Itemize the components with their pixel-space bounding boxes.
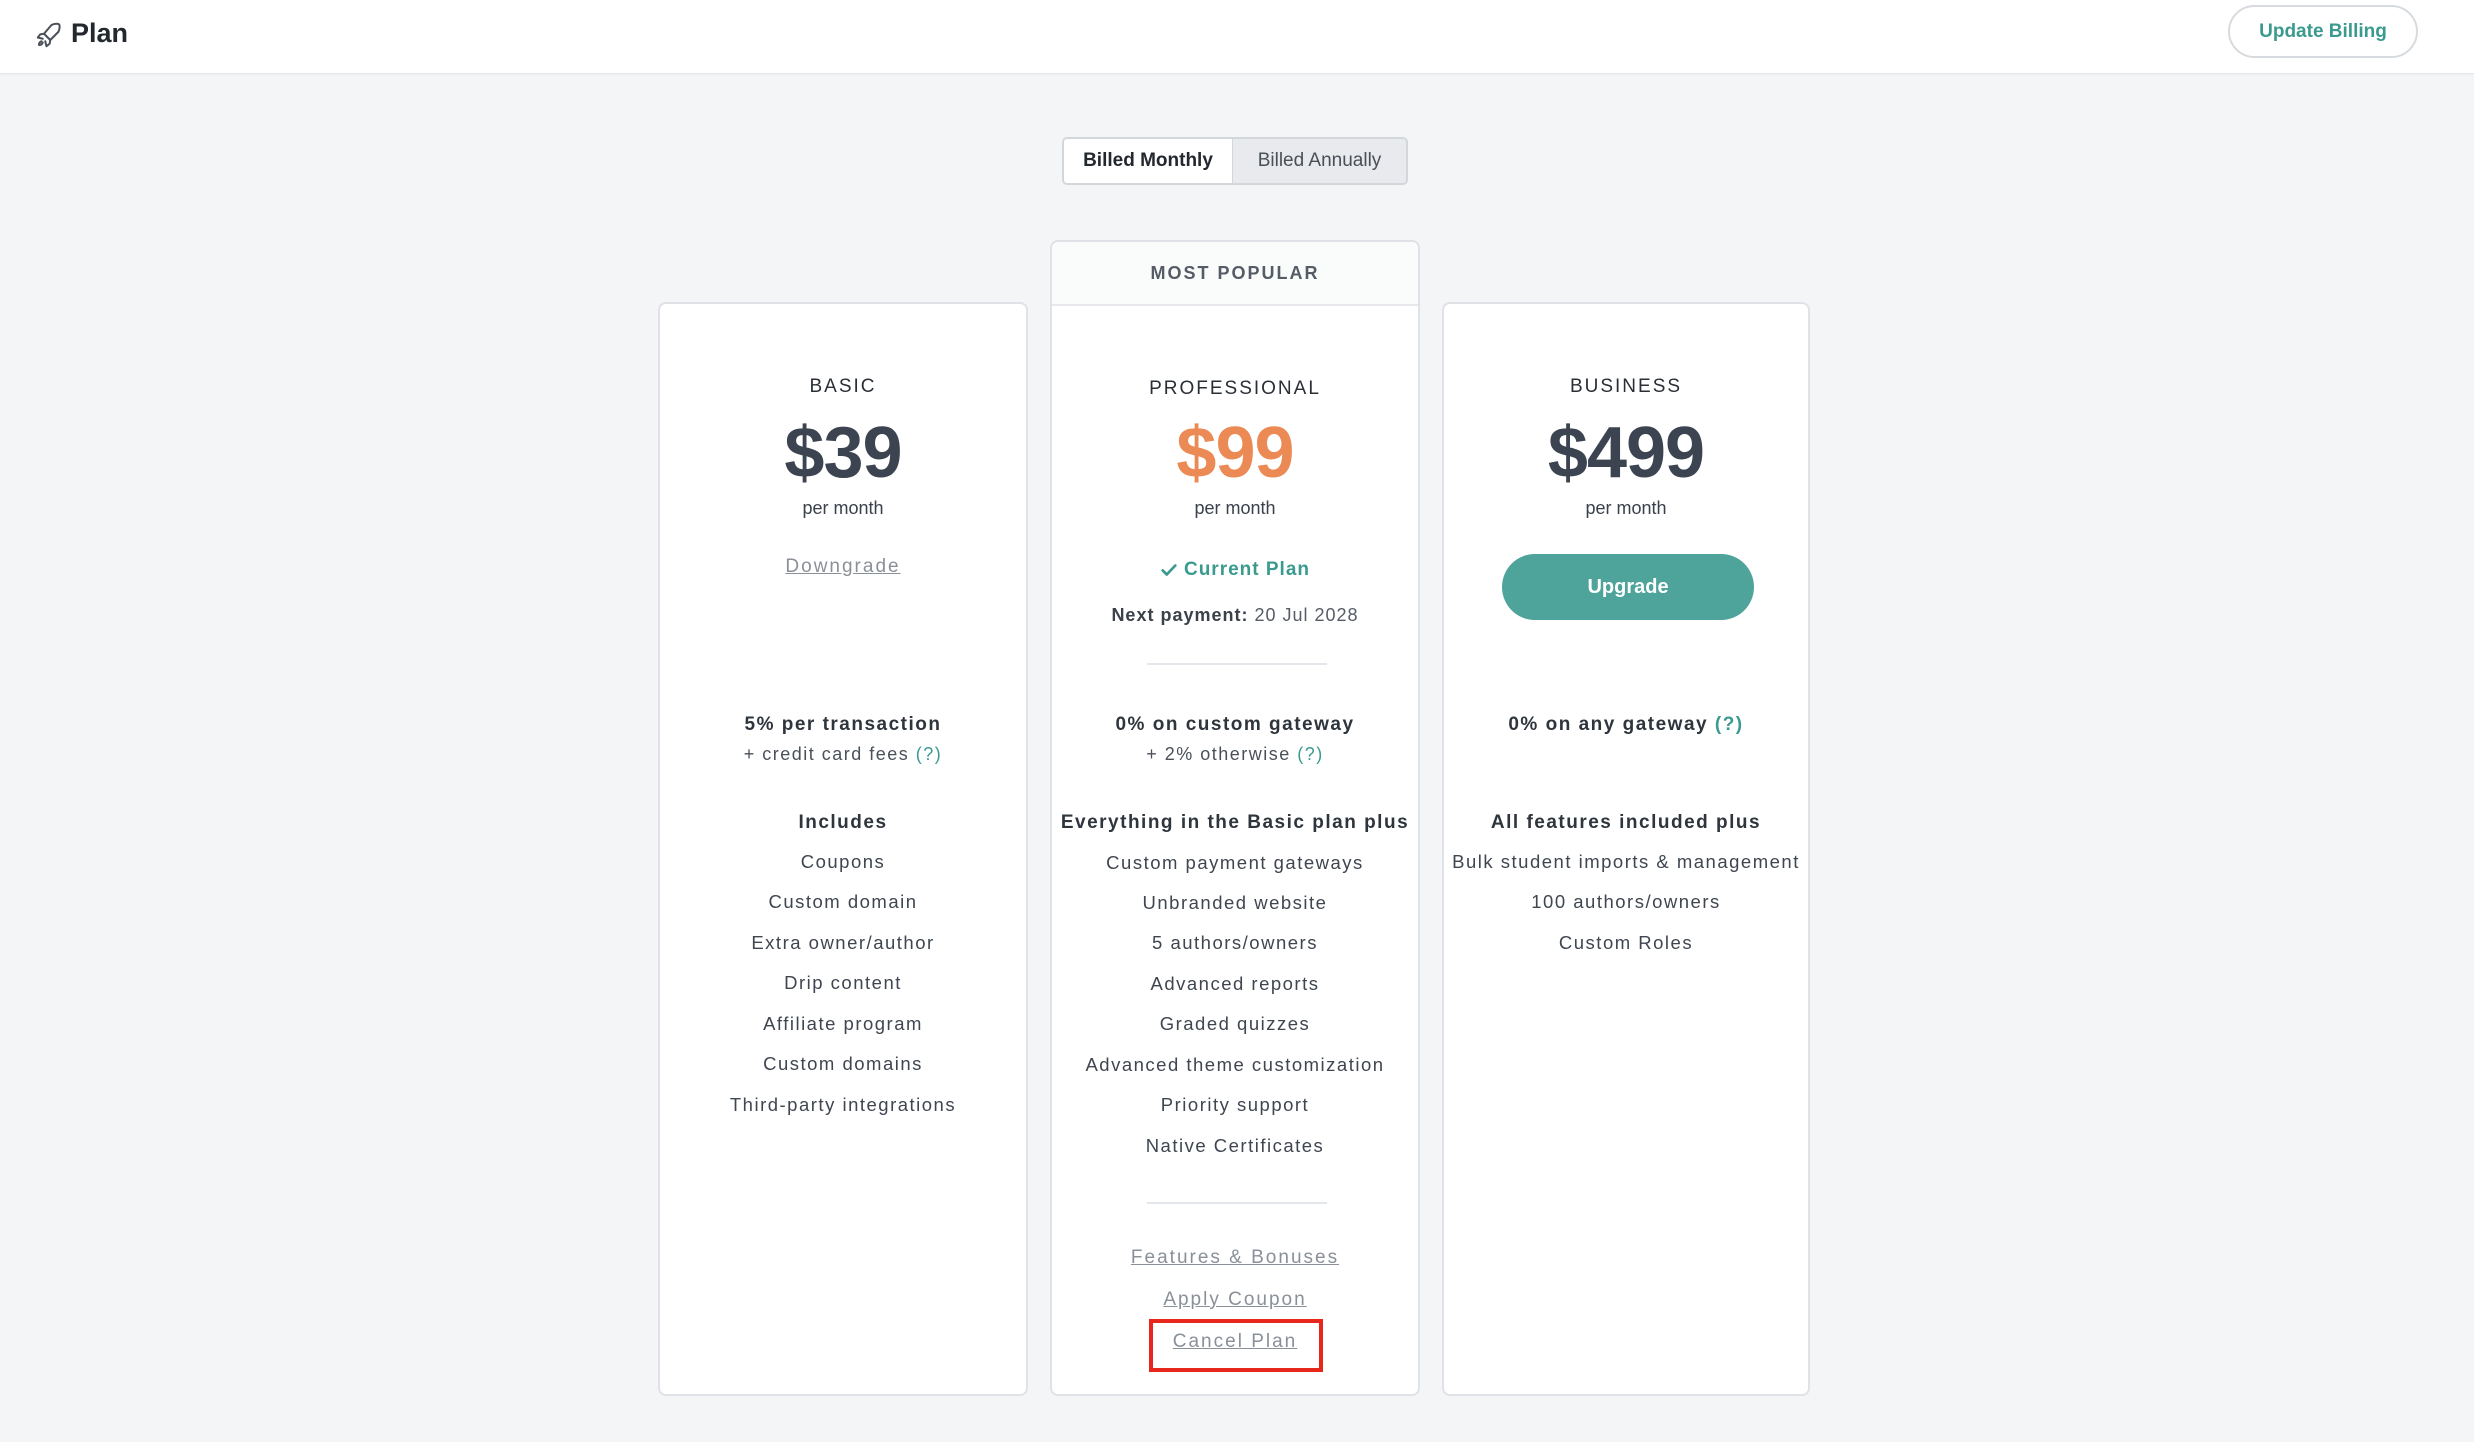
feature-item: 5 authors/owners (1152, 932, 1318, 953)
feature-item: Coupons (800, 851, 886, 872)
most-popular-banner: MOST POPULAR (1052, 242, 1418, 306)
feature-item: Third-party integrations (729, 1094, 957, 1115)
plan-price: $39 (784, 413, 902, 493)
help-link[interactable]: (?) (1297, 744, 1324, 764)
feature-item: Native Certificates (1145, 1135, 1325, 1156)
feature-item: Graded quizzes (1159, 1013, 1311, 1034)
billing-period-toggle: Billed Monthly Billed Annually (1062, 137, 1408, 185)
help-link[interactable]: (?) (916, 744, 943, 764)
features-bonuses-link[interactable]: Features & Bonuses (1131, 1247, 1339, 1268)
plan-period: per month (1194, 498, 1276, 518)
next-payment-date: 20 Jul 2028 (1254, 605, 1359, 625)
plan-price: $99 (1176, 413, 1294, 493)
feature-item: Advanced theme customization (1085, 1054, 1385, 1075)
current-plan-label: Current Plan (1183, 559, 1311, 580)
includes-heading: Everything in the Basic plan plus (1060, 812, 1410, 833)
feature-item: Custom domains (763, 1053, 923, 1074)
update-billing-button[interactable]: Update Billing (2228, 5, 2418, 58)
help-link[interactable]: (?) (1715, 714, 1744, 735)
upgrade-button[interactable]: Upgrade (1502, 554, 1754, 620)
divider (1147, 1202, 1327, 1204)
plan-card-professional: MOST POPULAR PROFESSIONAL $99 per month … (1050, 240, 1420, 1396)
fee-note-text: + credit card fees (743, 744, 910, 764)
rocket-icon (34, 20, 64, 50)
feature-item: Custom Roles (1558, 932, 1694, 953)
billed-annually-option[interactable]: Billed Annually (1233, 139, 1406, 183)
cancel-plan-link[interactable]: Cancel Plan (1173, 1331, 1297, 1352)
includes-heading: Includes (798, 812, 888, 833)
transaction-fee-text: 0% on any gateway (1508, 714, 1709, 735)
next-payment-label: Next payment: (1111, 605, 1249, 625)
downgrade-link[interactable]: Downgrade (785, 556, 900, 577)
feature-item: Unbranded website (1142, 892, 1328, 913)
billed-monthly-option[interactable]: Billed Monthly (1064, 139, 1233, 183)
plan-name: BASIC (809, 376, 877, 397)
apply-coupon-link[interactable]: Apply Coupon (1163, 1289, 1306, 1310)
feature-item: Affiliate program (763, 1013, 923, 1034)
feature-item: Bulk student imports & management (1452, 851, 1800, 872)
feature-item: Advanced reports (1150, 973, 1320, 994)
includes-heading: All features included plus (1490, 812, 1762, 833)
plan-period: per month (1585, 498, 1667, 518)
check-icon (1160, 561, 1178, 579)
divider (1147, 663, 1327, 665)
feature-item: 100 authors/owners (1531, 891, 1721, 912)
next-payment: Next payment: 20 Jul 2028 (1052, 605, 1418, 626)
feature-item: Drip content (784, 972, 902, 993)
fee-note: + 2% otherwise (?) (1052, 744, 1418, 765)
plan-period: per month (802, 498, 884, 518)
plan-name: PROFESSIONAL (1149, 378, 1321, 399)
current-plan-status: Current Plan (1052, 559, 1418, 581)
top-bar: Plan Update Billing (0, 0, 2474, 74)
feature-item: Custom domain (768, 891, 918, 912)
plan-price: $499 (1547, 413, 1705, 493)
page-title: Plan (71, 18, 129, 48)
transaction-fee: 0% on custom gateway (1115, 714, 1355, 735)
plan-card-business: BUSINESS $499 per month Upgrade 0% on an… (1442, 302, 1810, 1396)
feature-item: Custom payment gateways (1106, 852, 1364, 873)
fee-note: + credit card fees (?) (660, 744, 1026, 765)
transaction-fee: 0% on any gateway (?) (1444, 714, 1808, 736)
plan-card-basic: BASIC $39 per month Downgrade 5% per tra… (658, 302, 1028, 1396)
transaction-fee: 5% per transaction (744, 714, 942, 735)
fee-note-text: + 2% otherwise (1146, 744, 1291, 764)
feature-item: Priority support (1160, 1094, 1310, 1115)
feature-item: Extra owner/author (751, 932, 935, 953)
plan-name: BUSINESS (1569, 376, 1683, 397)
